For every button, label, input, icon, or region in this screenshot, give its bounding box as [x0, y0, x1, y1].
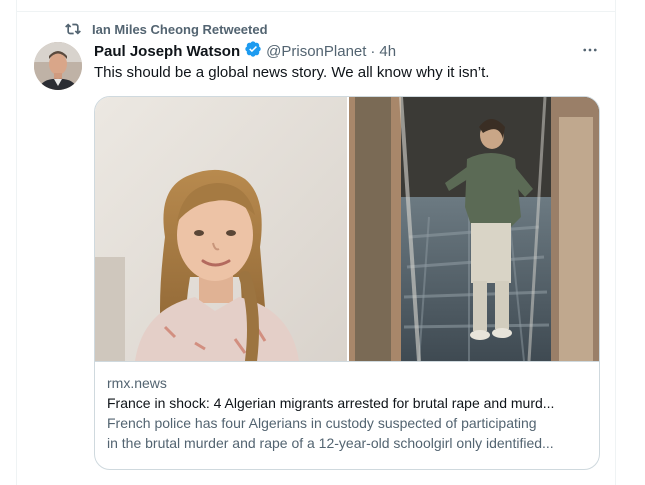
retweet-label[interactable]: Ian Miles Cheong Retweeted — [92, 22, 268, 37]
author-handle[interactable]: @PrisonPlanet — [266, 43, 366, 60]
tweet-text: This should be a global news story. We a… — [94, 64, 490, 81]
tweet-timestamp[interactable]: 4h — [379, 43, 396, 60]
tweet-divider — [16, 11, 616, 12]
retweet-icon — [64, 21, 82, 37]
separator-dot: · — [370, 42, 376, 60]
card-description-line-2: in the brutal murder and rape of a 12-ye… — [107, 435, 554, 451]
author-name[interactable]: Paul Joseph Watson — [94, 43, 240, 60]
card-description-line-1: French police has four Algerians in cust… — [107, 415, 537, 431]
timeline-right-border — [615, 0, 616, 485]
card-description: French police has four Algerians in cust… — [107, 413, 591, 453]
tweet-timeline: Ian Miles Cheong Retweeted Paul Joseph W… — [0, 0, 645, 485]
card-media[interactable] — [95, 97, 599, 362]
card-image-left — [95, 97, 347, 361]
more-icon — [581, 41, 599, 64]
link-card[interactable]: rmx.news France in shock: 4 Algerian mig… — [94, 96, 600, 470]
more-options-button[interactable] — [578, 42, 602, 62]
tweet-header: Paul Joseph Watson @PrisonPlanet · 4h — [94, 41, 396, 61]
verified-badge-icon — [244, 40, 262, 62]
card-domain: rmx.news — [107, 375, 167, 391]
card-body[interactable]: rmx.news France in shock: 4 Algerian mig… — [107, 373, 591, 453]
avatar-image — [34, 42, 82, 90]
card-title[interactable]: France in shock: 4 Algerian migrants arr… — [107, 393, 591, 413]
card-image-right — [349, 97, 599, 361]
avatar[interactable] — [34, 42, 82, 90]
timeline-left-border — [16, 0, 17, 485]
retweet-context[interactable]: Ian Miles Cheong Retweeted — [64, 20, 268, 38]
